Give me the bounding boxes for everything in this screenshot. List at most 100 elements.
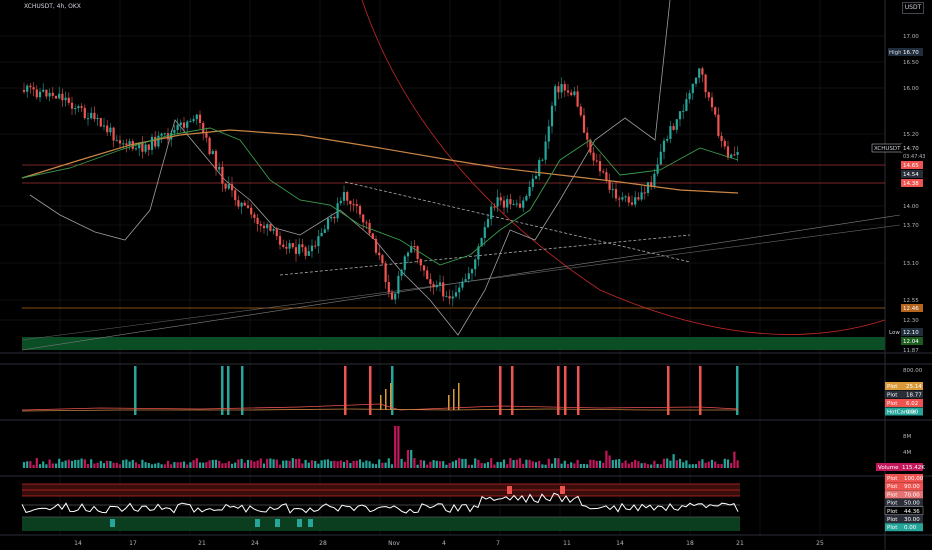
candle-body bbox=[630, 202, 634, 205]
pane3-label-value: 44.36 bbox=[904, 509, 920, 515]
volume-bar bbox=[726, 459, 730, 468]
candle-body bbox=[429, 279, 432, 285]
volume-bar bbox=[179, 462, 182, 468]
volume-bar bbox=[150, 464, 154, 468]
candle-body bbox=[432, 284, 435, 288]
candle-body bbox=[506, 199, 509, 208]
chart-canvas[interactable]: 17.00 16.50 16.00 15.20 14.00 13.70 13.10 12.55… bbox=[0, 0, 932, 550]
candle-body bbox=[195, 114, 198, 120]
volume-bar bbox=[502, 459, 506, 468]
candle-body bbox=[678, 111, 682, 120]
candle-body bbox=[685, 99, 688, 111]
volume-bar bbox=[42, 461, 45, 468]
volume-bar bbox=[70, 460, 74, 468]
volume-bar bbox=[534, 462, 538, 468]
volume-bar bbox=[554, 458, 557, 468]
candle-body bbox=[544, 141, 547, 160]
candle-body bbox=[278, 236, 282, 245]
candle-body bbox=[186, 121, 189, 128]
signal-bar bbox=[369, 366, 372, 415]
spike-bar bbox=[390, 383, 392, 410]
volume-bar bbox=[144, 462, 147, 468]
candle-body bbox=[419, 258, 422, 266]
candle-body bbox=[694, 77, 698, 84]
volume-bar bbox=[205, 462, 208, 468]
volume-bar bbox=[528, 459, 531, 468]
volume-bar bbox=[131, 459, 134, 468]
volume-bar bbox=[134, 462, 138, 468]
candle-body bbox=[467, 273, 470, 280]
volume-bar bbox=[352, 460, 355, 468]
candle-body bbox=[288, 243, 291, 249]
volume-bar bbox=[608, 455, 611, 468]
volume-bar bbox=[646, 464, 650, 468]
volume-bar bbox=[582, 463, 586, 468]
candle-body bbox=[662, 140, 666, 152]
candle-body bbox=[26, 85, 29, 92]
volume-bar bbox=[48, 459, 51, 468]
volume-bar bbox=[141, 459, 144, 468]
volume-bar bbox=[621, 462, 624, 468]
volume-bar bbox=[432, 460, 435, 468]
price-tick-label: 12.55 bbox=[903, 298, 919, 304]
candle-body bbox=[691, 83, 694, 94]
candle-body bbox=[634, 197, 637, 205]
candle-body bbox=[451, 296, 454, 299]
candle-body bbox=[522, 200, 525, 208]
volume-bar bbox=[330, 461, 333, 468]
volume-bar bbox=[541, 464, 544, 468]
low-label: Low bbox=[889, 330, 900, 336]
candle-body bbox=[733, 154, 736, 156]
candle-body bbox=[102, 125, 106, 127]
volume-bar bbox=[378, 459, 381, 468]
candle-body bbox=[227, 184, 230, 189]
volume-bar bbox=[698, 461, 701, 468]
candle-body bbox=[614, 189, 618, 199]
signal-bar bbox=[221, 366, 224, 415]
candle-body bbox=[534, 176, 538, 179]
volume-bar bbox=[176, 462, 179, 468]
volume-bar bbox=[61, 461, 64, 468]
volume-bar bbox=[307, 462, 310, 468]
volume-bar bbox=[336, 461, 339, 468]
volume-bar bbox=[454, 460, 458, 468]
candle-body bbox=[394, 293, 397, 300]
candle-body bbox=[438, 282, 442, 285]
volume-bar bbox=[240, 458, 243, 468]
candle-body bbox=[560, 84, 563, 93]
volume-bar bbox=[406, 450, 410, 468]
candle-body bbox=[618, 198, 621, 200]
candle-body bbox=[710, 97, 714, 108]
volume-bar bbox=[230, 463, 234, 468]
candle-body bbox=[726, 146, 730, 158]
volume-bar bbox=[576, 459, 579, 468]
volume-bar bbox=[694, 464, 698, 468]
candle-body bbox=[352, 204, 355, 206]
volume-bar bbox=[278, 464, 282, 468]
price-tick-label: 14.00 bbox=[903, 204, 919, 210]
candle-body bbox=[474, 259, 477, 270]
signal-bar bbox=[699, 366, 702, 415]
volume-bar bbox=[506, 464, 509, 468]
high-label: High bbox=[889, 50, 902, 56]
pane3-label-value: 30.00 bbox=[904, 517, 920, 523]
candle-body bbox=[266, 224, 269, 229]
volume-bar bbox=[384, 462, 387, 468]
candle-body bbox=[314, 245, 317, 247]
pane3-label-name: Plot bbox=[887, 525, 898, 531]
volume-bar bbox=[326, 459, 330, 468]
volume-bar bbox=[624, 460, 627, 468]
candle-body bbox=[272, 229, 275, 231]
support-zone bbox=[22, 337, 885, 350]
volume-bar bbox=[320, 460, 323, 468]
volume-bar bbox=[224, 463, 227, 468]
candle-body bbox=[51, 92, 54, 96]
candle-body bbox=[554, 86, 557, 106]
candle-body bbox=[317, 236, 320, 247]
price-tag-1: 14.65 bbox=[903, 163, 919, 169]
candle-body bbox=[157, 135, 160, 147]
price-tag-4: 12.46 bbox=[903, 306, 919, 312]
volume-bar bbox=[691, 464, 694, 468]
candle-body bbox=[637, 197, 640, 200]
volume-bar bbox=[435, 460, 438, 468]
